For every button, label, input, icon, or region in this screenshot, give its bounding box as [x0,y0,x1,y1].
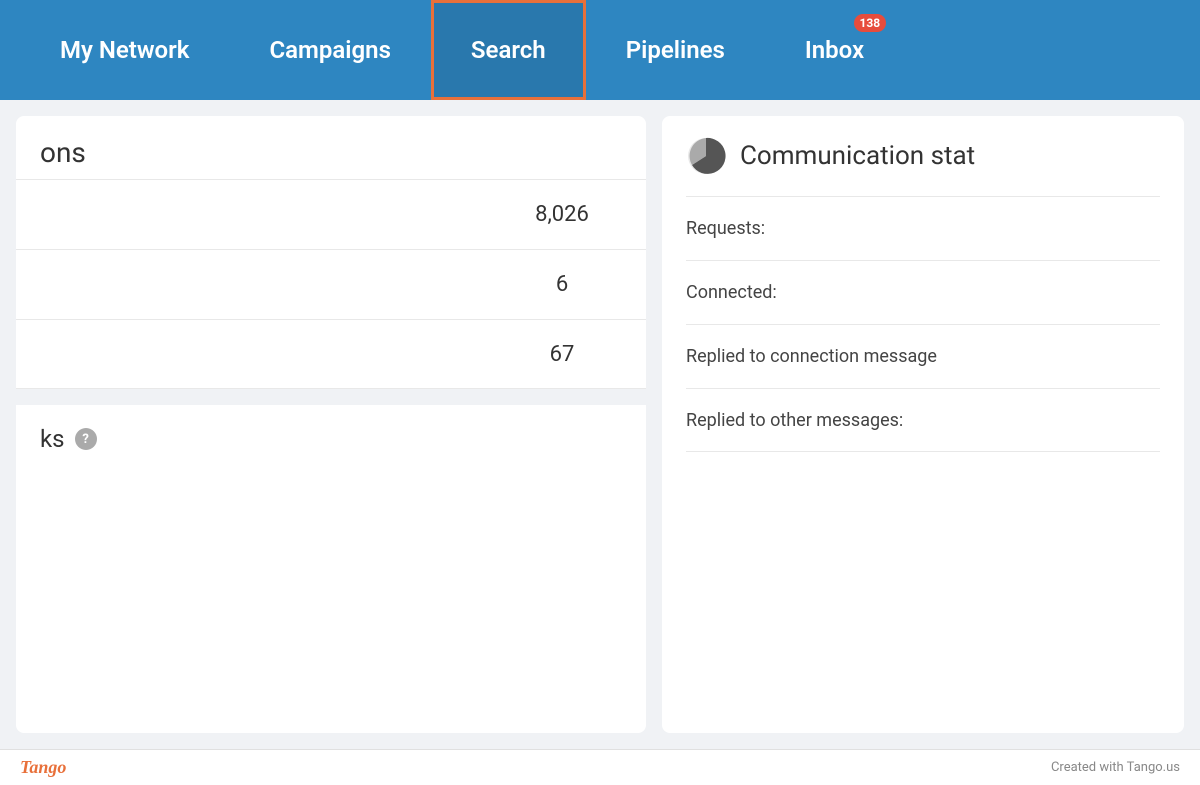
comm-label-requests: Requests: [686,218,765,239]
nav-my-network[interactable]: My Network [20,0,229,100]
comm-label-connected: Connected: [686,282,777,303]
section-divider [16,389,646,405]
left-panel: ons 8,026 6 67 ks ? [16,116,646,733]
section2-header: ks ? [40,425,622,453]
navbar: My Network Campaigns Search Pipelines In… [0,0,1200,100]
nav-search-label: Search [471,36,546,64]
right-panel: Communication stat Requests: Connected: … [662,116,1184,733]
table-row: 67 [16,319,646,389]
comm-row-requests: Requests: [686,196,1160,260]
comm-row-replied-connection: Replied to connection message [686,324,1160,388]
right-panel-title: Communication stat [740,141,975,171]
nav-pipelines[interactable]: Pipelines [586,0,765,100]
right-panel-header: Communication stat [686,136,1160,176]
nav-inbox-label: Inbox [805,36,864,64]
footer-logo: Tango [20,757,66,778]
footer: Tango Created with Tango.us [0,749,1200,785]
nav-campaigns[interactable]: Campaigns [229,0,430,100]
table-row: 8,026 [16,179,646,249]
left-panel-section2: ks ? [16,405,646,473]
stats-value-2: 6 [502,272,622,297]
comm-row-replied-other: Replied to other messages: [686,388,1160,452]
pie-chart-icon [686,136,726,176]
comm-row-connected: Connected: [686,260,1160,324]
stats-value-1: 8,026 [502,202,622,227]
nav-search[interactable]: Search [431,0,586,100]
help-icon[interactable]: ? [75,428,97,450]
comm-label-replied-other: Replied to other messages: [686,410,903,431]
stats-table: 8,026 6 67 [16,179,646,389]
left-panel-header: ons [16,116,646,179]
inbox-badge: 138 [854,14,887,32]
table-row: 6 [16,249,646,319]
nav-inbox[interactable]: Inbox 138 [765,0,904,100]
footer-credit: Created with Tango.us [1051,760,1180,775]
main-content: ons 8,026 6 67 ks ? [0,100,1200,749]
nav-my-network-label: My Network [60,36,189,64]
section2-title: ks [40,425,65,453]
nav-pipelines-label: Pipelines [626,36,725,64]
comm-label-replied-connection: Replied to connection message [686,346,937,367]
nav-campaigns-label: Campaigns [269,36,390,64]
stats-value-3: 67 [502,342,622,367]
